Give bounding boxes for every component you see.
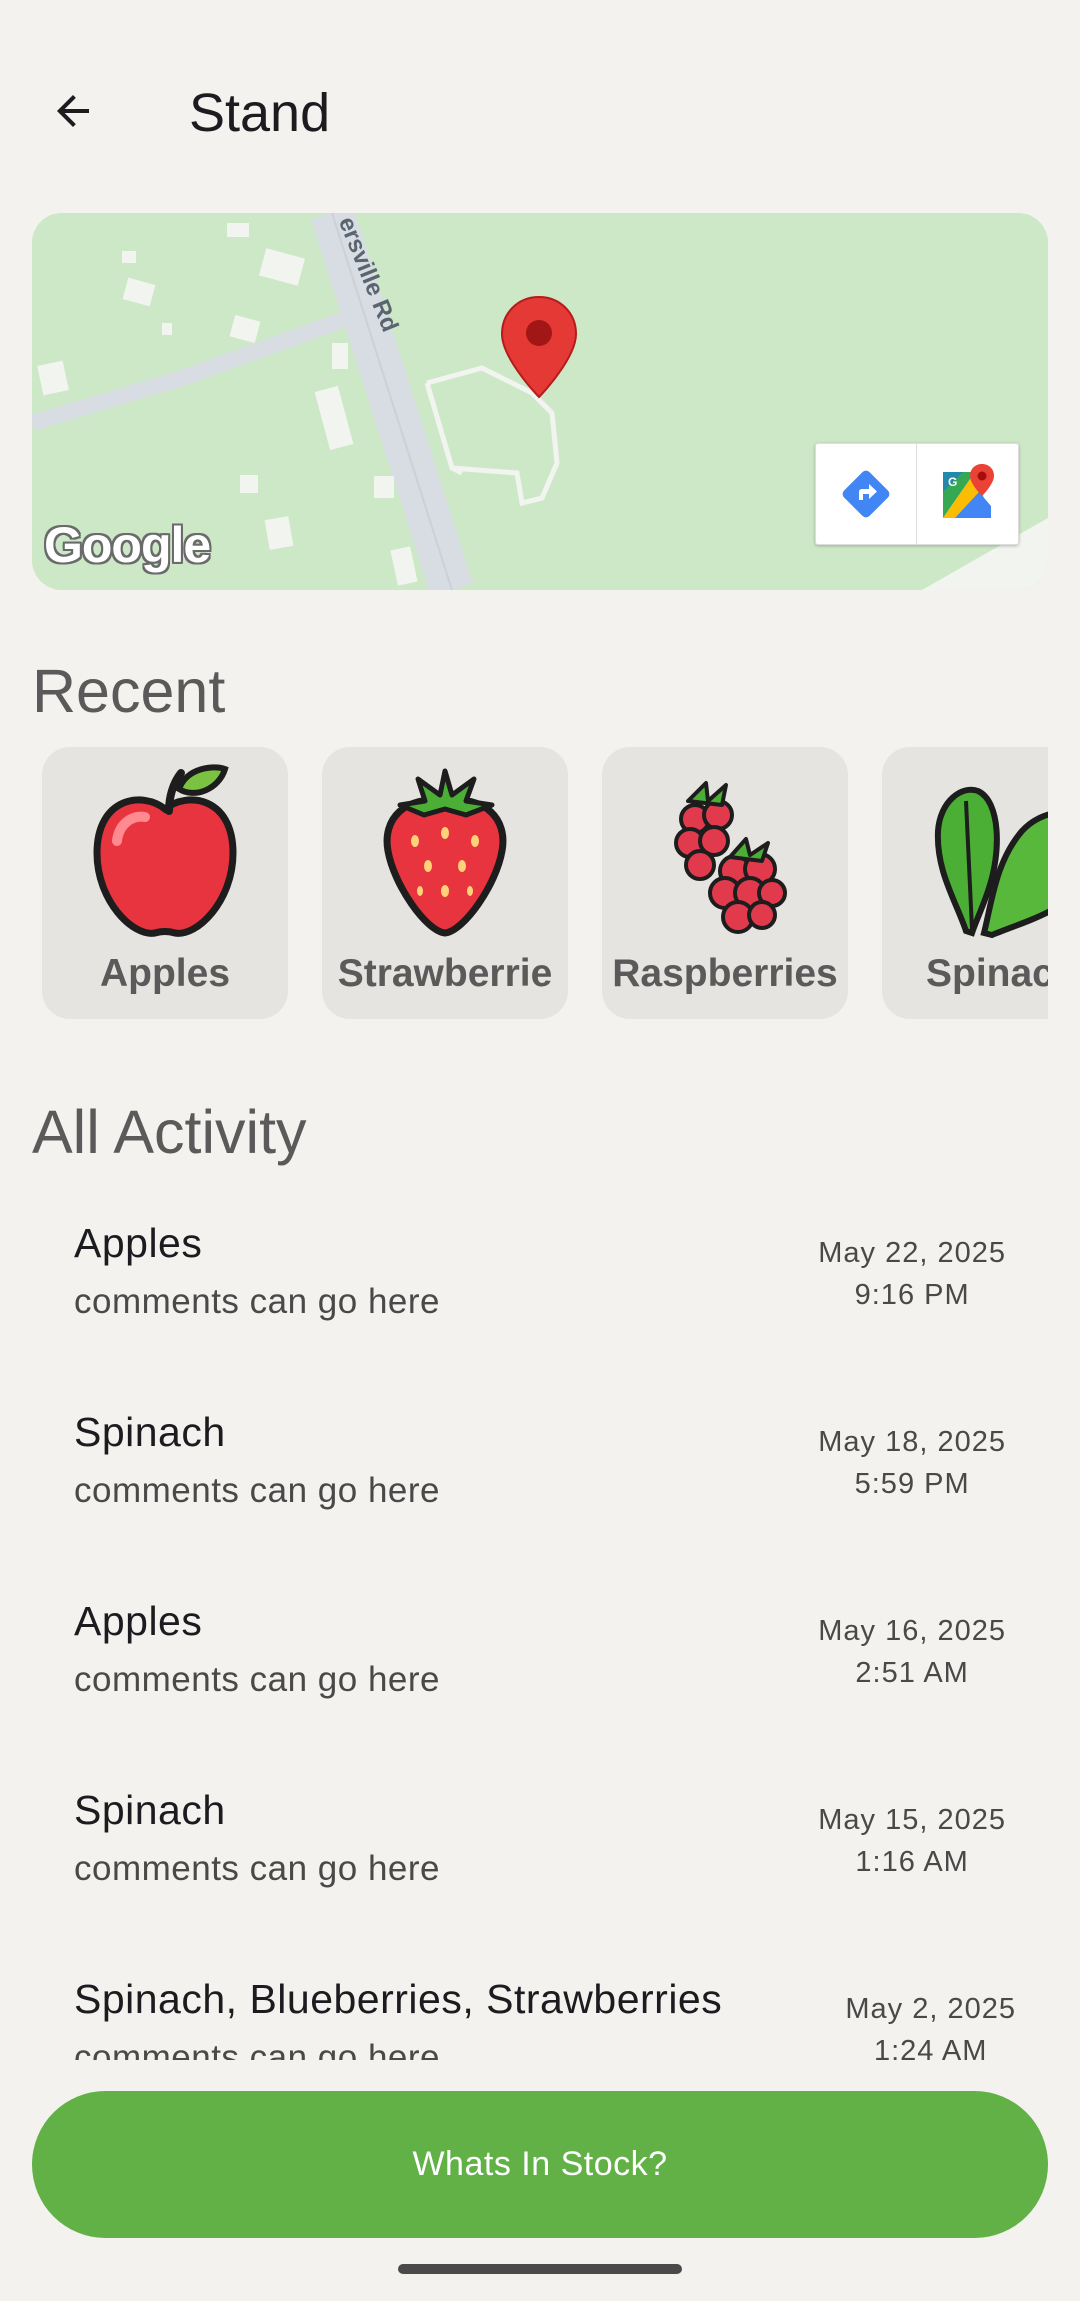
activity-item-date: May 22, 2025 bbox=[818, 1237, 1006, 1269]
activity-item-comment: comments can go here bbox=[74, 1471, 441, 1510]
activity-item[interactable]: Spinach comments can go here May 18, 202… bbox=[32, 1379, 1048, 1568]
activity-section-title: All Activity bbox=[32, 1098, 307, 1166]
activity-item-time: 9:16 PM bbox=[854, 1279, 970, 1311]
map-toolbar: G bbox=[815, 443, 1019, 545]
activity-item-time: 2:51 AM bbox=[855, 1657, 969, 1689]
activity-item-date: May 16, 2025 bbox=[818, 1615, 1006, 1647]
recent-card-label: Spinac bbox=[926, 952, 1048, 995]
page-title: Stand bbox=[189, 83, 331, 143]
activity-item-name: Apples bbox=[74, 1598, 203, 1644]
activity-item-timestamp: May 22, 2025 9:16 PM bbox=[818, 1232, 1006, 1316]
activity-item[interactable]: Apples comments can go here May 22, 2025… bbox=[32, 1190, 1048, 1379]
recent-card-label: Strawberrie bbox=[337, 952, 553, 995]
raspberry-icon bbox=[674, 781, 787, 934]
recent-section-title: Recent bbox=[32, 657, 226, 725]
activity-item-timestamp: May 16, 2025 2:51 AM bbox=[818, 1610, 1006, 1694]
recent-card-label: Apples bbox=[99, 952, 231, 995]
activity-list[interactable]: Apples comments can go here May 22, 2025… bbox=[32, 1190, 1048, 2060]
apple-icon bbox=[93, 764, 237, 937]
activity-item-timestamp: May 15, 2025 1:16 AM bbox=[818, 1799, 1006, 1883]
activity-item-time: 5:59 PM bbox=[854, 1468, 970, 1500]
whats-in-stock-button[interactable]: Whats In Stock? bbox=[32, 2091, 1048, 2238]
activity-item-comment: comments can go here bbox=[74, 2038, 441, 2060]
map-pin-icon[interactable] bbox=[500, 295, 578, 399]
recent-carousel[interactable]: Apples Strawberrie Raspberries Spinac bbox=[32, 747, 1048, 1019]
back-button[interactable] bbox=[38, 76, 108, 146]
activity-item-timestamp: May 2, 2025 1:24 AM bbox=[845, 1988, 1016, 2060]
activity-item-comment: comments can go here bbox=[74, 1849, 441, 1888]
activity-item[interactable]: Spinach, Blueberries, Strawberries comme… bbox=[32, 1946, 1048, 2060]
recent-card-spinach[interactable]: Spinac bbox=[882, 747, 1048, 1019]
activity-item-comment: comments can go here bbox=[74, 1660, 441, 1699]
activity-item-date: May 18, 2025 bbox=[818, 1426, 1006, 1458]
activity-item[interactable]: Spinach comments can go here May 15, 202… bbox=[32, 1757, 1048, 1946]
activity-item-name: Spinach bbox=[74, 1409, 226, 1455]
activity-item-timestamp: May 18, 2025 5:59 PM bbox=[818, 1421, 1006, 1505]
activity-item-date: May 15, 2025 bbox=[818, 1804, 1006, 1836]
activity-item-name: Spinach bbox=[74, 1787, 226, 1833]
recent-card-apples[interactable]: Apples bbox=[42, 747, 288, 1019]
strawberry-icon bbox=[383, 768, 507, 937]
google-logo: Google bbox=[44, 517, 211, 573]
google-maps-icon: G bbox=[943, 464, 994, 518]
arrow-back-icon bbox=[57, 95, 89, 127]
map-view[interactable]: ersville Rd Google G bbox=[32, 213, 1048, 590]
svg-text:G: G bbox=[948, 475, 957, 489]
spinach-icon bbox=[934, 786, 1048, 939]
activity-item-name: Spinach, Blueberries, Strawberries bbox=[74, 1976, 723, 2022]
directions-icon bbox=[842, 470, 890, 518]
recent-card-label: Raspberries bbox=[612, 952, 838, 995]
recent-card-raspberries[interactable]: Raspberries bbox=[602, 747, 848, 1019]
app-bar: Stand bbox=[0, 0, 1080, 200]
activity-item-comment: comments can go here bbox=[74, 1282, 441, 1321]
activity-item[interactable]: Apples comments can go here May 16, 2025… bbox=[32, 1568, 1048, 1757]
home-indicator[interactable] bbox=[398, 2264, 682, 2274]
directions-button[interactable] bbox=[816, 444, 916, 544]
open-in-maps-button[interactable]: G bbox=[916, 444, 1017, 544]
recent-card-strawberries[interactable]: Strawberrie bbox=[322, 747, 568, 1019]
activity-item-name: Apples bbox=[74, 1220, 203, 1266]
activity-item-time: 1:16 AM bbox=[855, 1846, 969, 1878]
activity-item-time: 1:24 AM bbox=[873, 2035, 988, 2060]
activity-item-date: May 2, 2025 bbox=[845, 1993, 1016, 2025]
